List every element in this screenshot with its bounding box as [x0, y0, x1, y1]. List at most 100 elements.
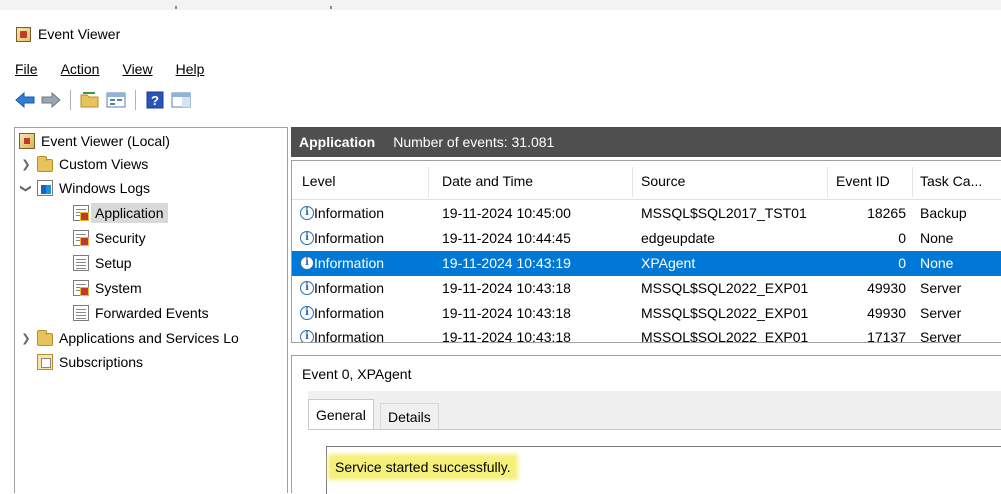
column-divider[interactable] — [428, 167, 429, 197]
svg-text:?: ? — [151, 93, 159, 108]
cell-date: 19-11-2024 10:45:00 — [442, 205, 571, 221]
menu-file[interactable]: File — [0, 56, 48, 82]
navigation-tree: Event Viewer (Local) ❯ Custom Views ❯ Wi… — [14, 127, 288, 493]
information-icon: i — [300, 330, 314, 342]
column-header-task-category[interactable]: Task Ca... — [920, 173, 982, 189]
event-list: Level Date and Time Source Event ID Task… — [291, 160, 1001, 343]
tree-item-security[interactable]: Security — [73, 226, 146, 250]
column-header-source[interactable]: Source — [641, 173, 685, 189]
log-icon — [73, 255, 89, 271]
event-list-header: Level Date and Time Source Event ID Task… — [292, 161, 1001, 200]
log-icon — [73, 280, 89, 296]
tab-details[interactable]: Details — [380, 403, 439, 429]
table-row[interactable]: i Information 19-11-2024 10:43:18 MSSQL$… — [292, 301, 1001, 326]
table-row[interactable]: i Information 19-11-2024 10:43:18 MSSQL$… — [292, 325, 1001, 343]
table-row[interactable]: i Information 19-11-2024 10:45:00 MSSQL$… — [292, 201, 1001, 226]
cell-level: Information — [314, 230, 385, 246]
tree-item-subscriptions[interactable]: Subscriptions — [37, 350, 143, 374]
column-divider[interactable] — [632, 167, 633, 197]
table-row[interactable]: i Information 19-11-2024 10:44:45 edgeup… — [292, 226, 1001, 251]
menu-view[interactable]: View — [109, 56, 162, 82]
column-divider[interactable] — [827, 167, 828, 197]
forward-arrow-icon — [41, 92, 61, 108]
cell-level: Information — [314, 205, 385, 221]
show-pane-icon — [171, 92, 191, 108]
open-button[interactable] — [79, 89, 101, 111]
tree-item-label: Custom Views — [59, 156, 149, 172]
back-arrow-icon — [15, 92, 35, 108]
event-viewer-icon — [19, 133, 35, 149]
windows-logs-icon — [37, 180, 53, 196]
cell-event-id: 0 — [898, 230, 906, 246]
tab-general[interactable]: General — [308, 399, 374, 430]
menu-action-label: Action — [60, 61, 100, 77]
tree-item-label: Windows Logs — [59, 180, 151, 196]
cell-date: 19-11-2024 10:43:18 — [442, 305, 571, 321]
column-header-date[interactable]: Date and Time — [442, 173, 533, 189]
back-button[interactable] — [14, 89, 36, 111]
information-icon: i — [300, 256, 314, 270]
cell-source: MSSQL$SQL2022_EXP01 — [641, 305, 809, 321]
table-row-selected[interactable]: i Information 19-11-2024 10:43:19 XPAgen… — [292, 251, 1001, 276]
cell-task-category: Server — [920, 329, 962, 343]
log-icon — [73, 305, 89, 321]
tree-item-root[interactable]: Event Viewer (Local) — [19, 129, 170, 153]
column-header-event-id[interactable]: Event ID — [836, 173, 890, 189]
tree-item-custom-views[interactable]: ❯ Custom Views — [19, 152, 148, 176]
cell-source: MSSQL$SQL2017_TST01 — [641, 205, 807, 221]
tree-item-setup[interactable]: Setup — [73, 251, 132, 275]
edge-tick — [175, 6, 177, 9]
tree-item-label: Security — [95, 230, 146, 246]
column-divider[interactable] — [912, 167, 913, 197]
cell-source: XPAgent — [641, 255, 696, 271]
tree-item-applications-services[interactable]: ❯ Applications and Services Lo — [19, 326, 239, 350]
tree-item-application[interactable]: Application — [73, 201, 168, 225]
event-message: Service started successfully. — [331, 457, 515, 477]
help-icon: ? — [146, 91, 164, 109]
menu-help[interactable]: Help — [163, 56, 215, 82]
chevron-right-icon[interactable]: ❯ — [19, 158, 33, 171]
tab-details-label: Details — [388, 408, 431, 425]
properties-grid-icon — [106, 92, 126, 108]
column-header-level[interactable]: Level — [302, 173, 335, 189]
chevron-down-icon[interactable]: ❯ — [20, 181, 33, 195]
show-pane-button[interactable] — [170, 89, 192, 111]
open-folder-icon — [80, 92, 99, 108]
cell-event-id: 49930 — [867, 305, 906, 321]
table-row[interactable]: i Information 19-11-2024 10:43:18 MSSQL$… — [292, 276, 1001, 301]
menu-action[interactable]: Action — [48, 56, 110, 82]
help-button[interactable]: ? — [144, 89, 166, 111]
tree-item-forwarded-events[interactable]: Forwarded Events — [73, 301, 209, 325]
menu-help-label: Help — [175, 61, 205, 77]
event-detail-title-text: Event 0, XPAgent — [302, 365, 412, 382]
chevron-right-icon[interactable]: ❯ — [19, 332, 33, 345]
tree-item-label: Applications and Services Lo — [59, 330, 239, 346]
cell-level: Information — [314, 329, 385, 343]
tree-item-label: System — [95, 280, 142, 296]
forward-button[interactable] — [40, 89, 62, 111]
title-bar: Event Viewer — [0, 0, 1001, 55]
properties-button[interactable] — [105, 89, 127, 111]
cell-level: Information — [314, 280, 385, 296]
event-message-box[interactable]: Service started successfully. — [326, 446, 1001, 494]
log-icon — [73, 230, 89, 246]
tree-item-label: Event Viewer (Local) — [41, 133, 170, 149]
cell-source: edgeupdate — [641, 230, 715, 246]
tree-item-windows-logs[interactable]: ❯ Windows Logs — [19, 176, 150, 200]
cell-event-id: 0 — [898, 255, 906, 271]
information-icon: i — [300, 231, 314, 245]
menu-view-label: View — [122, 61, 153, 77]
tree-item-system[interactable]: System — [73, 276, 142, 300]
folder-icon — [37, 155, 53, 172]
cell-task-category: Server — [920, 280, 962, 296]
window-title-text: Event Viewer — [38, 26, 121, 42]
cell-date: 19-11-2024 10:43:19 — [442, 255, 571, 271]
general-tab-content: Service started successfully. — [308, 429, 1001, 494]
subscriptions-icon — [37, 354, 53, 370]
cell-event-id: 49930 — [867, 280, 906, 296]
cell-level: Information — [314, 305, 385, 321]
event-count: Number of events: 31.081 — [393, 134, 555, 150]
toolbar-separator — [135, 90, 136, 110]
cell-event-id: 17137 — [867, 329, 906, 343]
cell-event-id: 18265 — [867, 205, 906, 221]
